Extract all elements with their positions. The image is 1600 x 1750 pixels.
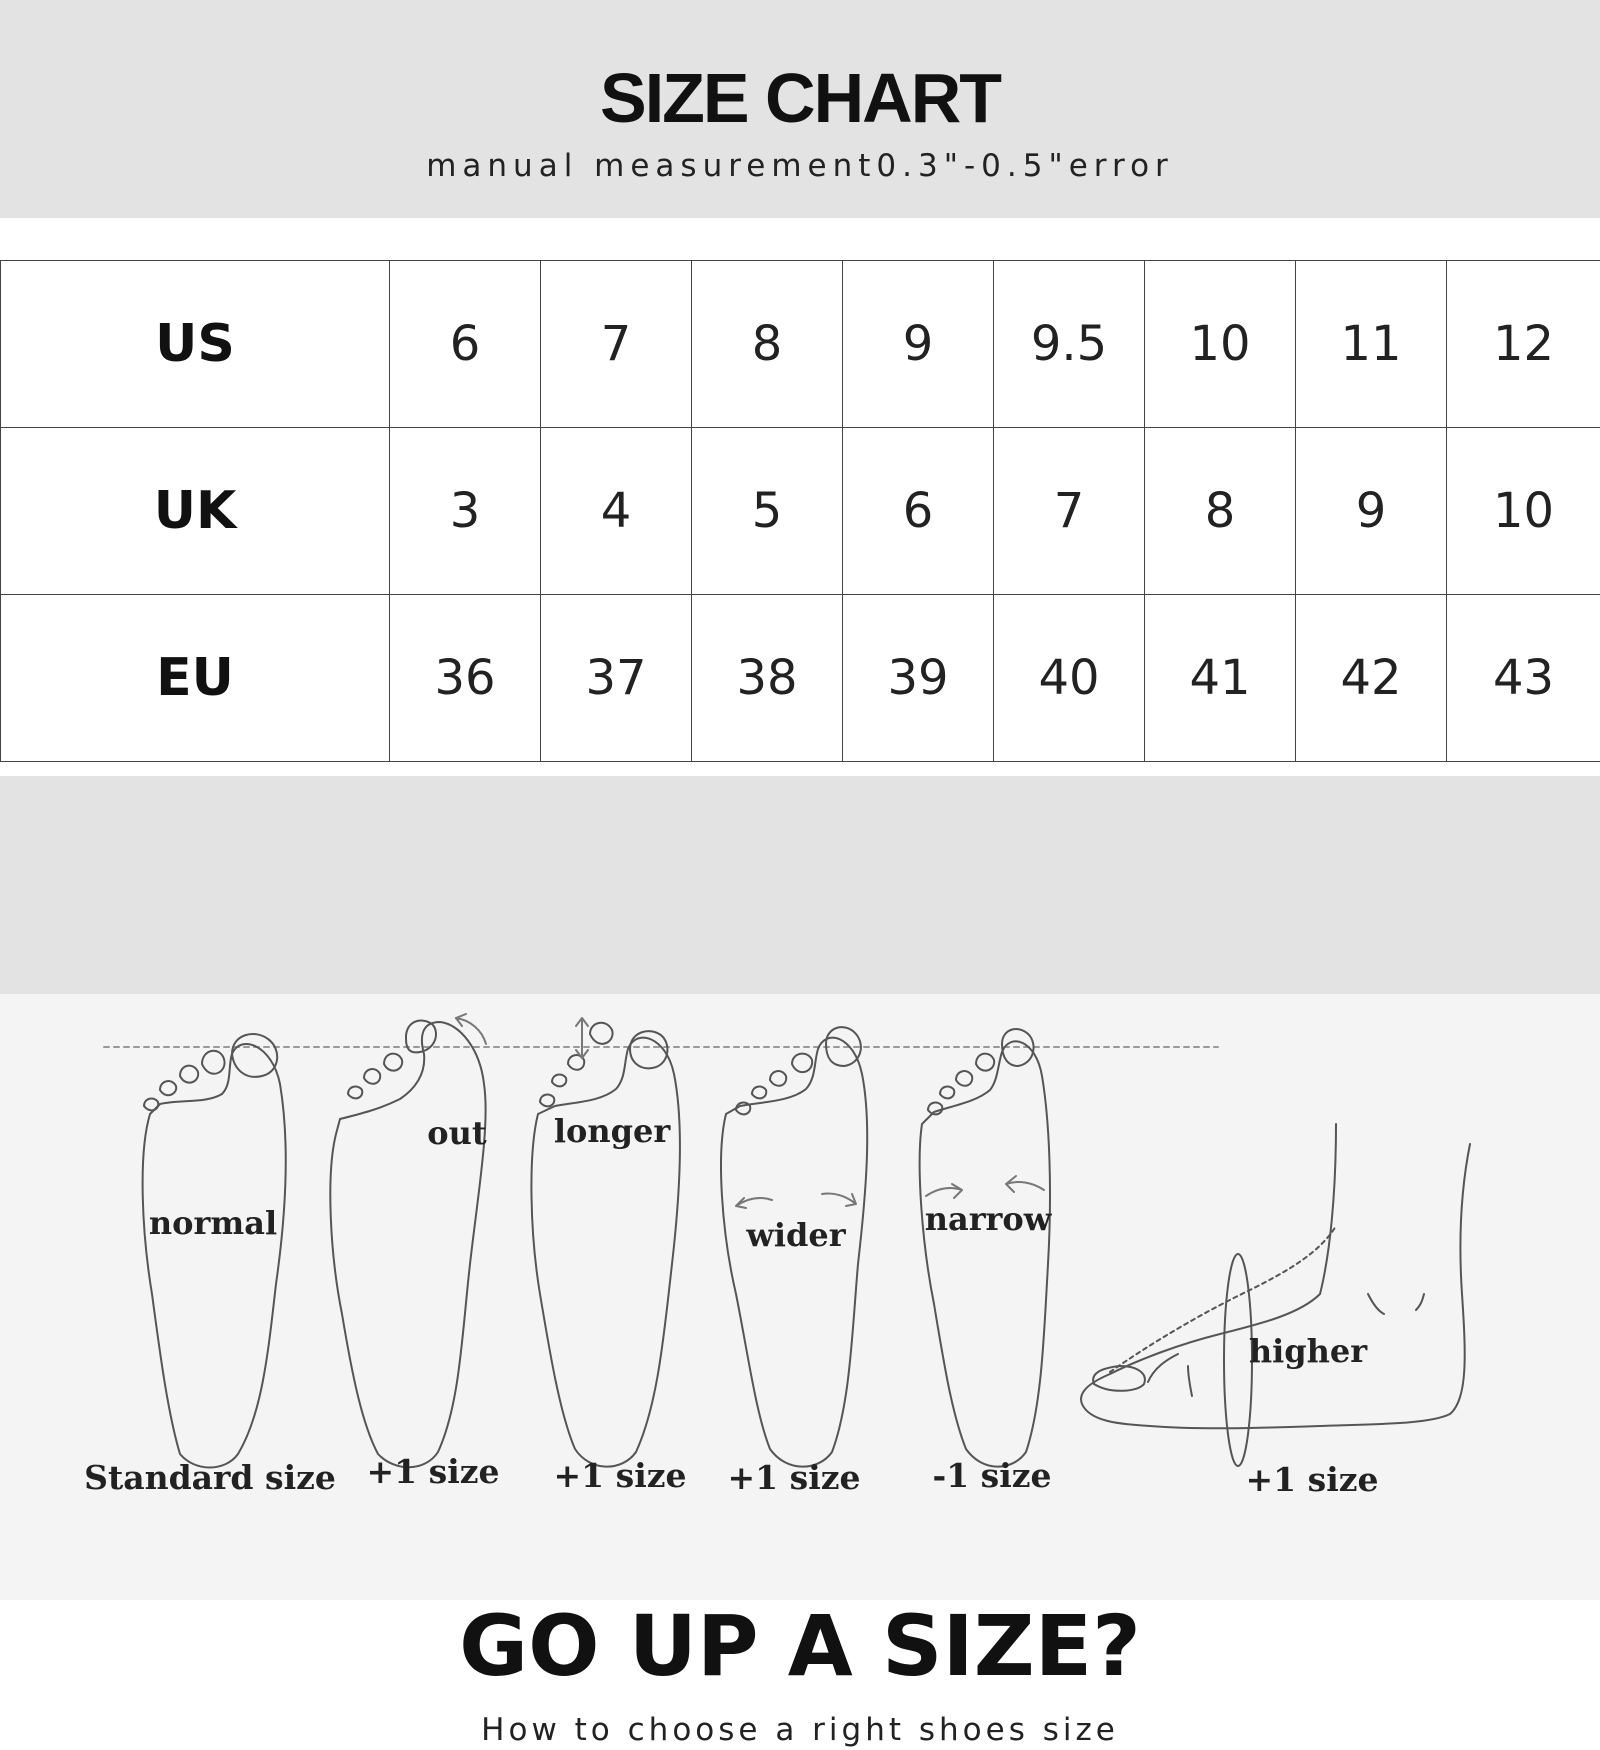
size-cell: 7 bbox=[541, 261, 692, 428]
size-cell: 11 bbox=[1296, 261, 1447, 428]
size-advice-narrow: -1 size bbox=[933, 1456, 1052, 1495]
size-chart-header: SIZE CHART manual measurement0.3"-0.5"er… bbox=[0, 0, 1600, 218]
foot-normal-icon bbox=[143, 1034, 286, 1468]
size-cell: 9 bbox=[1296, 428, 1447, 595]
size-table: US 6 7 8 9 9.5 10 11 12 UK 3 4 5 6 7 8 9… bbox=[0, 260, 1600, 762]
measurement-note: manual measurement0.3"-0.5"error bbox=[0, 146, 1600, 186]
size-advice-out: +1 size bbox=[367, 1452, 500, 1491]
foot-higher-icon bbox=[1081, 1124, 1470, 1466]
size-row-uk: UK 3 4 5 6 7 8 9 10 bbox=[1, 428, 1600, 595]
foot-label-wider: wider bbox=[746, 1216, 845, 1254]
foot-out-icon bbox=[330, 1014, 486, 1467]
guide-header: GO UP A SIZE? How to choose a right shoe… bbox=[0, 776, 1600, 994]
size-cell: 40 bbox=[994, 595, 1145, 762]
size-cell: 6 bbox=[390, 261, 541, 428]
size-cell: 38 bbox=[692, 595, 843, 762]
size-cell: 12 bbox=[1447, 261, 1600, 428]
row-label: UK bbox=[1, 428, 390, 595]
size-cell: 8 bbox=[1145, 428, 1296, 595]
size-cell: 4 bbox=[541, 428, 692, 595]
guide-subtitle: How to choose a right shoes size bbox=[0, 1710, 1600, 1750]
size-cell: 39 bbox=[843, 595, 994, 762]
foot-shape-illustration: normal out longer wider narrow higher St… bbox=[0, 994, 1600, 1600]
size-cell: 8 bbox=[692, 261, 843, 428]
size-cell: 6 bbox=[843, 428, 994, 595]
size-cell: 10 bbox=[1145, 261, 1296, 428]
foot-longer-icon bbox=[531, 1018, 680, 1467]
size-cell: 9 bbox=[843, 261, 994, 428]
foot-label-out: out bbox=[427, 1114, 486, 1152]
foot-label-normal: normal bbox=[149, 1204, 277, 1242]
row-label: US bbox=[1, 261, 390, 428]
size-advice-higher: +1 size bbox=[1246, 1460, 1379, 1499]
foot-label-higher: higher bbox=[1249, 1332, 1367, 1370]
size-cell: 42 bbox=[1296, 595, 1447, 762]
size-cell: 9.5 bbox=[994, 261, 1145, 428]
size-row-us: US 6 7 8 9 9.5 10 11 12 bbox=[1, 261, 1600, 428]
size-cell: 41 bbox=[1145, 595, 1296, 762]
foot-label-narrow: narrow bbox=[925, 1200, 1052, 1238]
foot-narrow-icon bbox=[920, 1029, 1050, 1467]
foot-label-longer: longer bbox=[554, 1112, 670, 1150]
size-cell: 7 bbox=[994, 428, 1145, 595]
size-cell: 43 bbox=[1447, 595, 1600, 762]
size-advice-wider: +1 size bbox=[728, 1458, 861, 1497]
size-chart-title: SIZE CHART bbox=[0, 58, 1600, 138]
size-cell: 36 bbox=[390, 595, 541, 762]
size-cell: 10 bbox=[1447, 428, 1600, 595]
feet-drawing bbox=[0, 994, 1600, 1600]
size-cell: 5 bbox=[692, 428, 843, 595]
row-label: EU bbox=[1, 595, 390, 762]
size-advice-normal: Standard size bbox=[84, 1458, 336, 1497]
guide-title: GO UP A SIZE? bbox=[0, 1598, 1600, 1694]
size-cell: 3 bbox=[390, 428, 541, 595]
size-row-eu: EU 36 37 38 39 40 41 42 43 bbox=[1, 595, 1600, 762]
size-cell: 37 bbox=[541, 595, 692, 762]
size-advice-longer: +1 size bbox=[554, 1456, 687, 1495]
